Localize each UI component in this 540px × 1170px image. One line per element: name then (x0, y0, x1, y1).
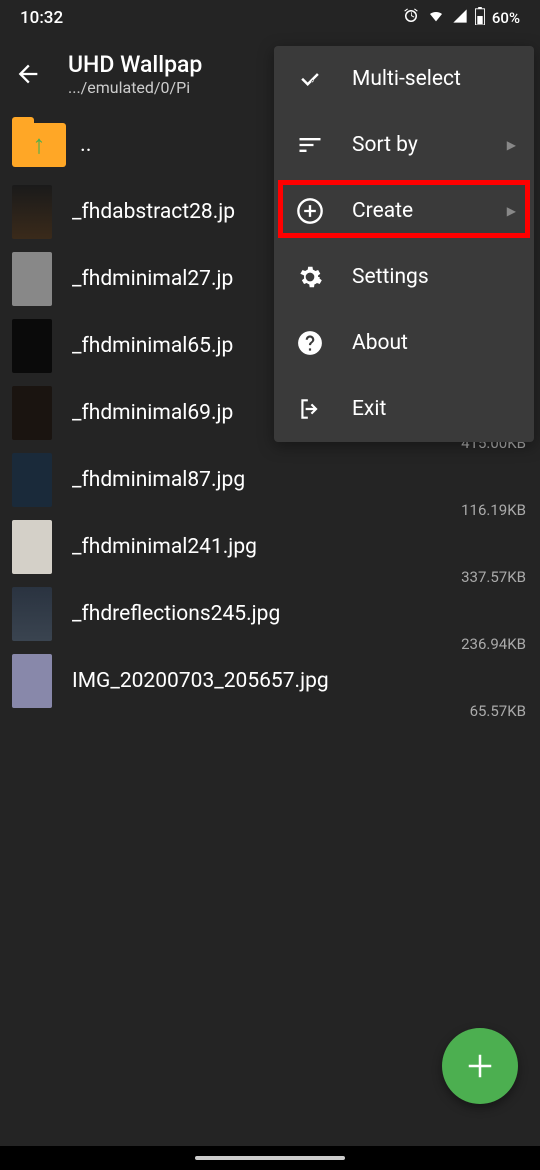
menu-label: Multi-select (352, 67, 461, 91)
folder-up-icon: ↑ (12, 123, 66, 167)
file-row[interactable]: _fhdminimal241.jpg 337.57KB (0, 513, 540, 580)
help-icon (296, 329, 324, 357)
file-name: _fhdminimal65.jp (72, 334, 233, 358)
up-arrow-icon: ↑ (33, 129, 46, 160)
file-thumbnail (12, 520, 52, 574)
path-subtitle: .../emulated/0/Pi (68, 78, 202, 97)
page-title: UHD Wallpap (68, 51, 202, 78)
sort-icon (296, 131, 324, 159)
file-thumbnail (12, 185, 52, 239)
status-icons: 60% (402, 7, 520, 29)
file-thumbnail (12, 654, 52, 708)
status-bar: 10:32 60% (0, 0, 540, 36)
menu-label: Create (352, 199, 413, 223)
status-time: 10:32 (20, 8, 63, 28)
signal-icon (452, 8, 468, 28)
overflow-menu: Multi-select Sort by ▶ Create ▶ Settings… (274, 46, 534, 442)
file-row[interactable]: _fhdreflections245.jpg 236.94KB (0, 580, 540, 647)
file-row[interactable]: _fhdminimal87.jpg 116.19KB (0, 446, 540, 513)
plus-icon (465, 1051, 495, 1081)
file-name: _fhdabstract28.jp (72, 200, 235, 224)
file-thumbnail (12, 587, 52, 641)
file-thumbnail (12, 252, 52, 306)
file-thumbnail (12, 453, 52, 507)
menu-label: Settings (352, 265, 429, 289)
alarm-icon (402, 7, 420, 29)
back-button[interactable] (12, 58, 44, 90)
title-block: UHD Wallpap .../emulated/0/Pi (68, 51, 202, 97)
menu-label: Exit (352, 397, 386, 421)
check-all-icon (296, 65, 324, 93)
file-thumbnail (12, 386, 52, 440)
file-name: _fhdminimal241.jpg (72, 535, 257, 559)
menu-label: Sort by (352, 133, 418, 157)
menu-create[interactable]: Create ▶ (274, 178, 534, 244)
menu-sort-by[interactable]: Sort by ▶ (274, 112, 534, 178)
chevron-right-icon: ▶ (507, 204, 516, 218)
file-row[interactable]: IMG_20200703_205657.jpg 65.57KB (0, 647, 540, 714)
menu-label: About (352, 331, 408, 355)
chevron-right-icon: ▶ (507, 138, 516, 152)
file-name: IMG_20200703_205657.jpg (72, 669, 329, 693)
file-name: _fhdminimal87.jpg (72, 468, 245, 492)
file-size: 65.57KB (470, 702, 526, 720)
menu-settings[interactable]: Settings (274, 244, 534, 310)
file-name: _fhdminimal27.jp (72, 267, 233, 291)
file-name: _fhdreflections245.jpg (72, 602, 280, 626)
menu-about[interactable]: About (274, 310, 534, 376)
exit-icon (296, 395, 324, 423)
wifi-icon (426, 8, 446, 28)
battery-percent: 60% (492, 9, 520, 27)
plus-circle-icon (296, 197, 324, 225)
parent-label: .. (80, 132, 92, 157)
nav-bar (0, 1146, 540, 1170)
menu-exit[interactable]: Exit (274, 376, 534, 442)
battery-icon (474, 7, 486, 29)
fab-add[interactable] (442, 1028, 518, 1104)
gear-icon (296, 263, 324, 291)
nav-handle[interactable] (195, 1156, 345, 1160)
file-thumbnail (12, 319, 52, 373)
menu-multi-select[interactable]: Multi-select (274, 46, 534, 112)
file-name: _fhdminimal69.jp (72, 401, 233, 425)
